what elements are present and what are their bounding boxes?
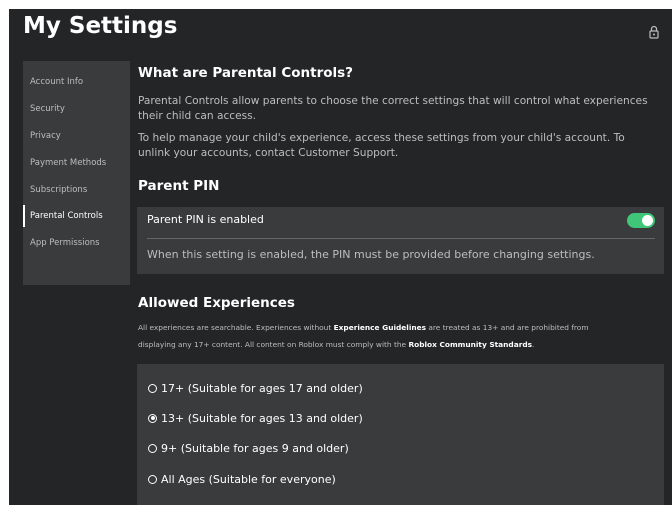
experience-guidelines-link[interactable]: Experience Guidelines: [334, 323, 426, 332]
settings-window: My Settings Account Info Security Privac…: [9, 9, 672, 505]
radio-button[interactable]: [148, 383, 157, 393]
parental-controls-heading: What are Parental Controls?: [138, 65, 354, 81]
page-title: My Settings: [23, 13, 178, 39]
sidebar-item-app-permissions[interactable]: App Permissions: [23, 231, 130, 255]
settings-sidebar: Account Info Security Privacy Payment Me…: [23, 61, 130, 285]
parent-pin-heading: Parent PIN: [138, 178, 220, 194]
allowed-experiences-heading: Allowed Experiences: [138, 295, 295, 311]
note-text: are treated as 13+ and are prohibited fr…: [426, 323, 589, 332]
community-standards-link[interactable]: Roblox Community Standards: [408, 340, 532, 349]
parent-pin-label: Parent PIN is enabled: [147, 213, 264, 226]
sidebar-item-subscriptions[interactable]: Subscriptions: [23, 178, 130, 202]
allowed-experiences-note-line1: All experiences are searchable. Experien…: [138, 319, 658, 336]
sidebar-item-parental-controls[interactable]: Parental Controls: [23, 204, 130, 228]
parental-controls-description: Parental Controls allow parents to choos…: [138, 95, 648, 122]
radio-option-17plus[interactable]: 17+ (Suitable for ages 17 and older): [148, 380, 363, 396]
radio-label: 17+ (Suitable for ages 17 and older): [161, 381, 363, 395]
radio-option-all-ages[interactable]: All Ages (Suitable for everyone): [148, 471, 336, 487]
radio-option-13plus[interactable]: 13+ (Suitable for ages 13 and older): [148, 410, 363, 426]
radio-button[interactable]: [148, 413, 157, 423]
parent-pin-toggle[interactable]: [627, 213, 655, 228]
parental-controls-help-text: To help manage your child's experience, …: [138, 132, 625, 159]
radio-button[interactable]: [148, 474, 157, 484]
note-text: .: [532, 340, 535, 349]
sidebar-item-payment-methods[interactable]: Payment Methods: [23, 151, 130, 175]
allowed-experiences-note-line2: displaying any 17+ content. All content …: [138, 336, 658, 353]
sidebar-item-security[interactable]: Security: [23, 97, 130, 121]
radio-option-9plus[interactable]: 9+ (Suitable for ages 9 and older): [148, 440, 349, 456]
radio-label: 13+ (Suitable for ages 13 and older): [161, 411, 363, 425]
allowed-experiences-options: 17+ (Suitable for ages 17 and older) 13+…: [137, 364, 664, 505]
parent-pin-description: When this setting is enabled, the PIN mu…: [147, 248, 595, 261]
divider: [147, 238, 655, 239]
sidebar-item-account-info[interactable]: Account Info: [23, 70, 130, 94]
note-text: All experiences are searchable. Experien…: [138, 323, 334, 332]
note-text: displaying any 17+ content. All content …: [138, 340, 409, 349]
toggle-knob: [642, 215, 653, 226]
radio-label: All Ages (Suitable for everyone): [161, 472, 336, 486]
sidebar-item-privacy[interactable]: Privacy: [23, 124, 130, 148]
radio-button[interactable]: [148, 443, 157, 453]
parent-pin-card: Parent PIN is enabled When this setting …: [137, 207, 664, 274]
radio-label: 9+ (Suitable for ages 9 and older): [161, 441, 349, 455]
lock-icon[interactable]: [648, 25, 660, 39]
